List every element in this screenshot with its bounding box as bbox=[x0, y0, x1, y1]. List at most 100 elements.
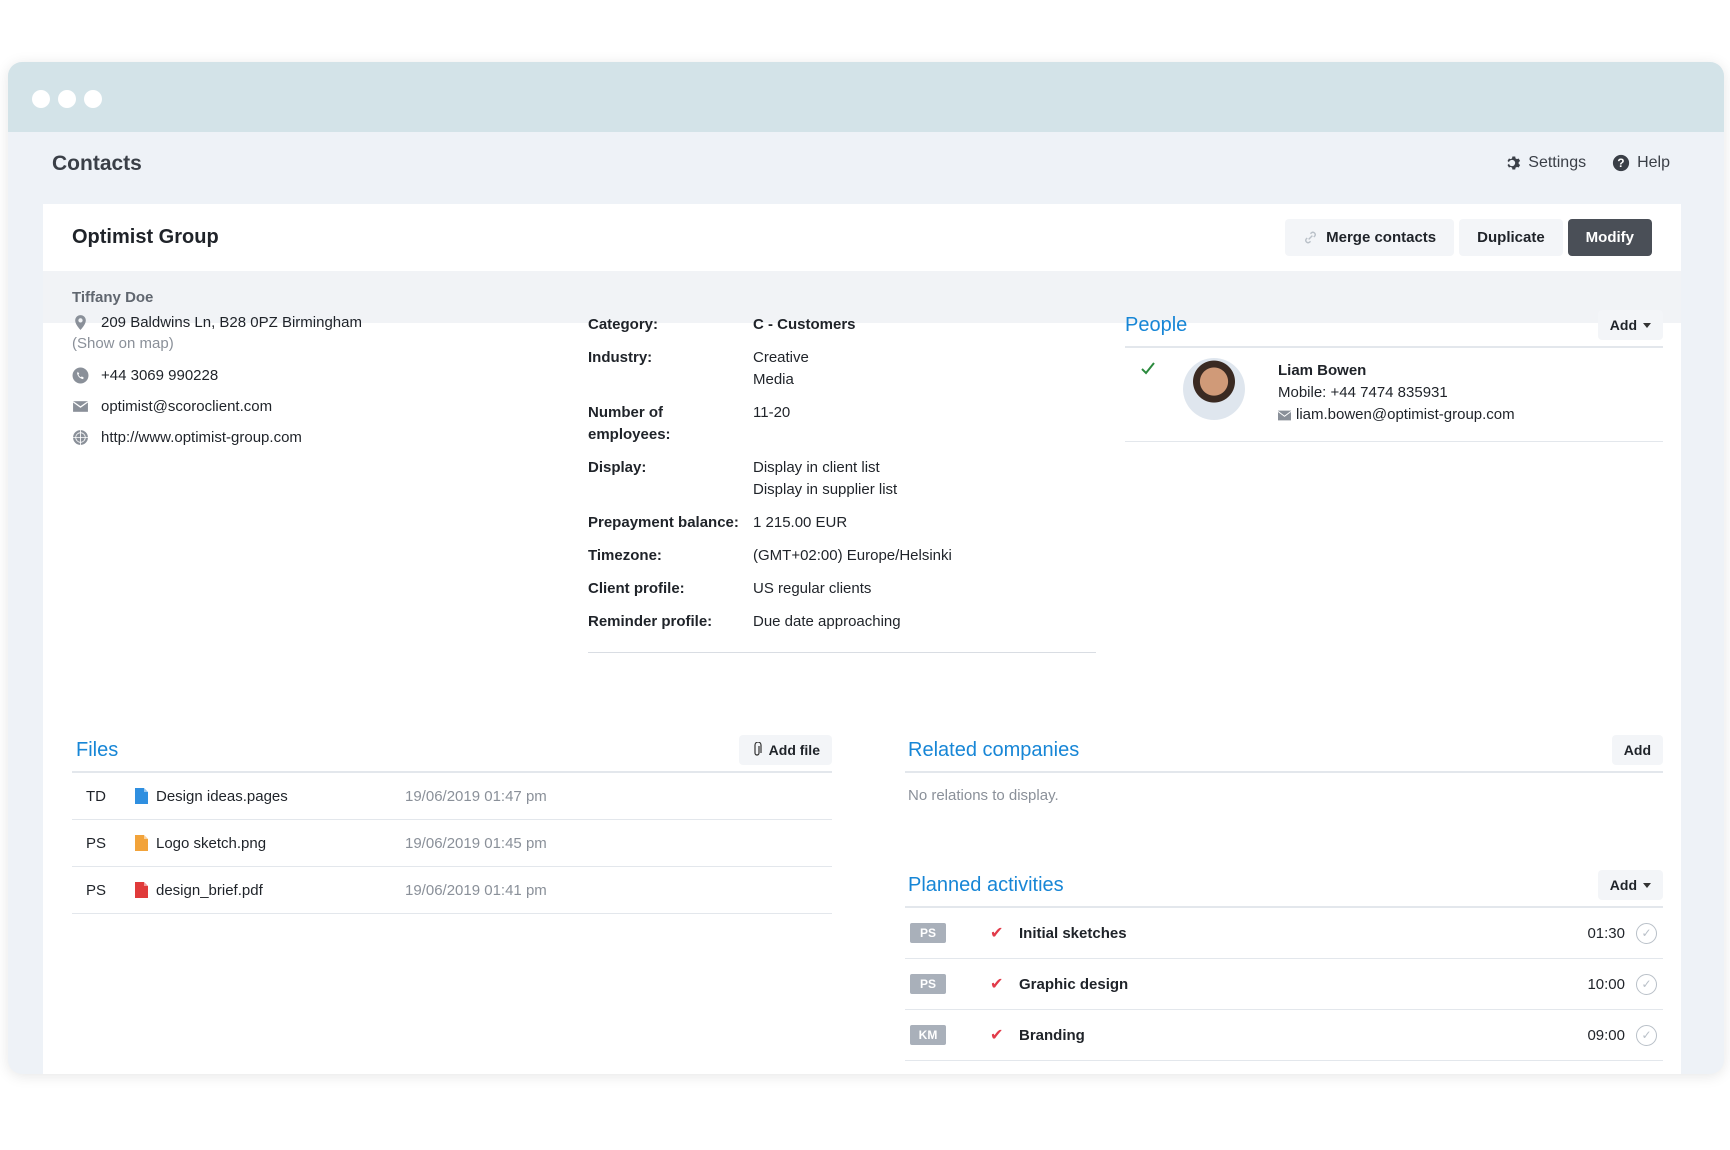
activity-time: 09:00 bbox=[1587, 1026, 1625, 1044]
detail-label: Industry: bbox=[588, 349, 653, 366]
detail-row: Timezone: (GMT+02:00) Europe/Helsinki bbox=[588, 545, 1096, 567]
detail-label: Prepayment balance: bbox=[588, 514, 739, 531]
window-maximize-dot[interactable] bbox=[84, 90, 102, 108]
planned-add-button[interactable]: Add bbox=[1597, 870, 1663, 900]
globe-icon bbox=[73, 430, 88, 445]
detail-label: Timezone: bbox=[588, 547, 662, 564]
detail-value: Creative Media bbox=[753, 349, 809, 388]
related-companies-title[interactable]: Related companies bbox=[908, 739, 1079, 762]
settings-link[interactable]: Settings bbox=[1503, 154, 1586, 172]
file-row[interactable]: TD Design ideas.pages 19/06/2019 01:47 pm bbox=[72, 773, 832, 820]
detail-row: Industry: Creative Media bbox=[588, 347, 1096, 391]
window-close-dot[interactable] bbox=[32, 90, 50, 108]
details-table: Category: C - Customers Industry: Creative … bbox=[588, 314, 1096, 653]
pages-file-icon bbox=[135, 788, 148, 804]
location-pin-icon bbox=[75, 315, 86, 330]
phone-icon bbox=[72, 367, 89, 384]
svg-text:?: ? bbox=[1618, 157, 1625, 170]
person-email-link[interactable]: liam.bowen@optimist-group.com bbox=[1296, 404, 1515, 426]
detail-row: Category: C - Customers bbox=[588, 314, 1096, 336]
file-owner-initials: PS bbox=[86, 881, 107, 899]
detail-label: Display: bbox=[588, 459, 647, 476]
envelope-icon bbox=[72, 401, 89, 412]
activity-name[interactable]: Graphic design bbox=[1019, 976, 1128, 993]
link-icon bbox=[1305, 231, 1316, 244]
people-add-label: Add bbox=[1609, 317, 1637, 333]
file-date: 19/06/2019 01:45 pm bbox=[405, 834, 547, 852]
activity-time: 10:00 bbox=[1587, 975, 1625, 993]
window-titlebar bbox=[8, 62, 1724, 132]
top-bar: Contacts Settings ? Help bbox=[8, 132, 1724, 212]
email-link[interactable]: optimist@scoroclient.com bbox=[101, 398, 272, 415]
planned-add-label: Add bbox=[1609, 877, 1637, 893]
related-add-button[interactable]: Add bbox=[1611, 735, 1663, 765]
app-window: Contacts Settings ? Help Optimist Group … bbox=[8, 62, 1724, 1074]
complete-check-icon[interactable]: ✓ bbox=[1636, 922, 1657, 944]
modify-button[interactable]: Modify bbox=[1567, 219, 1652, 256]
activity-row[interactable]: PS ✔ Initial sketches 01:30 ✓ bbox=[905, 908, 1663, 959]
file-owner-initials: TD bbox=[86, 787, 106, 805]
checkmark-icon: ✔ bbox=[990, 1027, 1004, 1044]
file-row[interactable]: PS Logo sketch.png 19/06/2019 01:45 pm bbox=[72, 820, 832, 867]
owner-initials-badge: KM bbox=[910, 1025, 946, 1045]
person-name[interactable]: Liam Bowen bbox=[1278, 360, 1515, 382]
page-title: Contacts bbox=[52, 152, 142, 175]
show-on-map-link[interactable]: (Show on map) bbox=[72, 335, 532, 352]
chevron-down-icon bbox=[1643, 322, 1651, 328]
complete-check-icon[interactable]: ✓ bbox=[1636, 973, 1657, 995]
people-panel: People Add Liam Bowen Mobile: +44 7474 8… bbox=[1125, 304, 1663, 442]
complete-check-icon[interactable]: ✓ bbox=[1636, 1024, 1657, 1046]
checkmark-icon: ✔ bbox=[990, 925, 1004, 942]
avatar bbox=[1183, 358, 1245, 420]
phone-text[interactable]: +44 3069 990228 bbox=[101, 367, 218, 384]
help-link[interactable]: ? Help bbox=[1612, 154, 1670, 172]
file-date: 19/06/2019 01:47 pm bbox=[405, 787, 547, 805]
related-companies-panel: Related companies Add No relations to di… bbox=[905, 729, 1663, 804]
planned-activities-panel: Planned activities Add PS ✔ Initial sketch… bbox=[905, 864, 1663, 1061]
detail-value: Display in client list Display in suppli… bbox=[753, 459, 898, 498]
detail-row: Reminder profile: Due date approaching bbox=[588, 611, 1096, 633]
company-name: Optimist Group bbox=[72, 226, 219, 248]
gear-icon bbox=[1507, 156, 1521, 170]
detail-label: Number of employees: bbox=[588, 404, 671, 443]
activity-row[interactable]: KM ✔ Branding 09:00 ✓ bbox=[905, 1010, 1663, 1061]
activity-list: PS ✔ Initial sketches 01:30 ✓ PS ✔ Graphic desi… bbox=[905, 908, 1663, 1061]
help-label: Help bbox=[1637, 154, 1670, 171]
merge-contacts-label: Merge contacts bbox=[1326, 229, 1437, 246]
owner-initials-badge: PS bbox=[910, 923, 946, 943]
activity-name[interactable]: Branding bbox=[1019, 1027, 1085, 1044]
file-date: 19/06/2019 01:41 pm bbox=[405, 881, 547, 899]
file-row[interactable]: PS design_brief.pdf 19/06/2019 01:41 pm bbox=[72, 867, 832, 914]
activity-name[interactable]: Initial sketches bbox=[1019, 925, 1127, 942]
file-name-link[interactable]: design_brief.pdf bbox=[156, 882, 263, 899]
detail-value: 1 215.00 EUR bbox=[753, 514, 848, 531]
add-file-label: Add file bbox=[768, 742, 820, 758]
person-card[interactable]: Liam Bowen Mobile: +44 7474 835931 liam.… bbox=[1125, 348, 1663, 442]
files-title[interactable]: Files bbox=[76, 739, 118, 762]
merge-contacts-button[interactable]: Merge contacts bbox=[1285, 219, 1455, 256]
activity-row[interactable]: PS ✔ Graphic design 10:00 ✓ bbox=[905, 959, 1663, 1010]
detail-value: (GMT+02:00) Europe/Helsinki bbox=[753, 547, 952, 564]
contact-info: 209 Baldwins Ln, B28 0PZ Birmingham (Sho… bbox=[72, 314, 532, 460]
window-minimize-dot[interactable] bbox=[58, 90, 76, 108]
detail-row: Client profile: US regular clients bbox=[588, 578, 1096, 600]
pdf-file-icon bbox=[135, 882, 148, 898]
contact-card: Optimist Group Merge contacts Duplicate … bbox=[43, 204, 1681, 1074]
chevron-down-icon bbox=[1643, 882, 1651, 888]
activity-time: 01:30 bbox=[1587, 924, 1625, 942]
image-file-icon bbox=[135, 835, 148, 851]
files-panel: Files Add file TD Design ideas.pages 19/06… bbox=[72, 729, 832, 914]
website-link[interactable]: http://www.optimist-group.com bbox=[101, 429, 302, 446]
help-icon: ? bbox=[1612, 154, 1630, 172]
contact-person-name: Tiffany Doe bbox=[72, 289, 154, 306]
detail-value: US regular clients bbox=[753, 580, 872, 597]
checkmark-icon bbox=[1141, 362, 1155, 375]
people-title[interactable]: People bbox=[1125, 314, 1187, 337]
add-file-button[interactable]: Add file bbox=[738, 735, 832, 765]
duplicate-button[interactable]: Duplicate bbox=[1459, 219, 1563, 256]
people-add-button[interactable]: Add bbox=[1597, 310, 1663, 340]
planned-activities-title[interactable]: Planned activities bbox=[908, 874, 1064, 897]
file-name-link[interactable]: Logo sketch.png bbox=[156, 835, 266, 852]
file-name-link[interactable]: Design ideas.pages bbox=[156, 788, 288, 805]
detail-label: Reminder profile: bbox=[588, 613, 713, 630]
